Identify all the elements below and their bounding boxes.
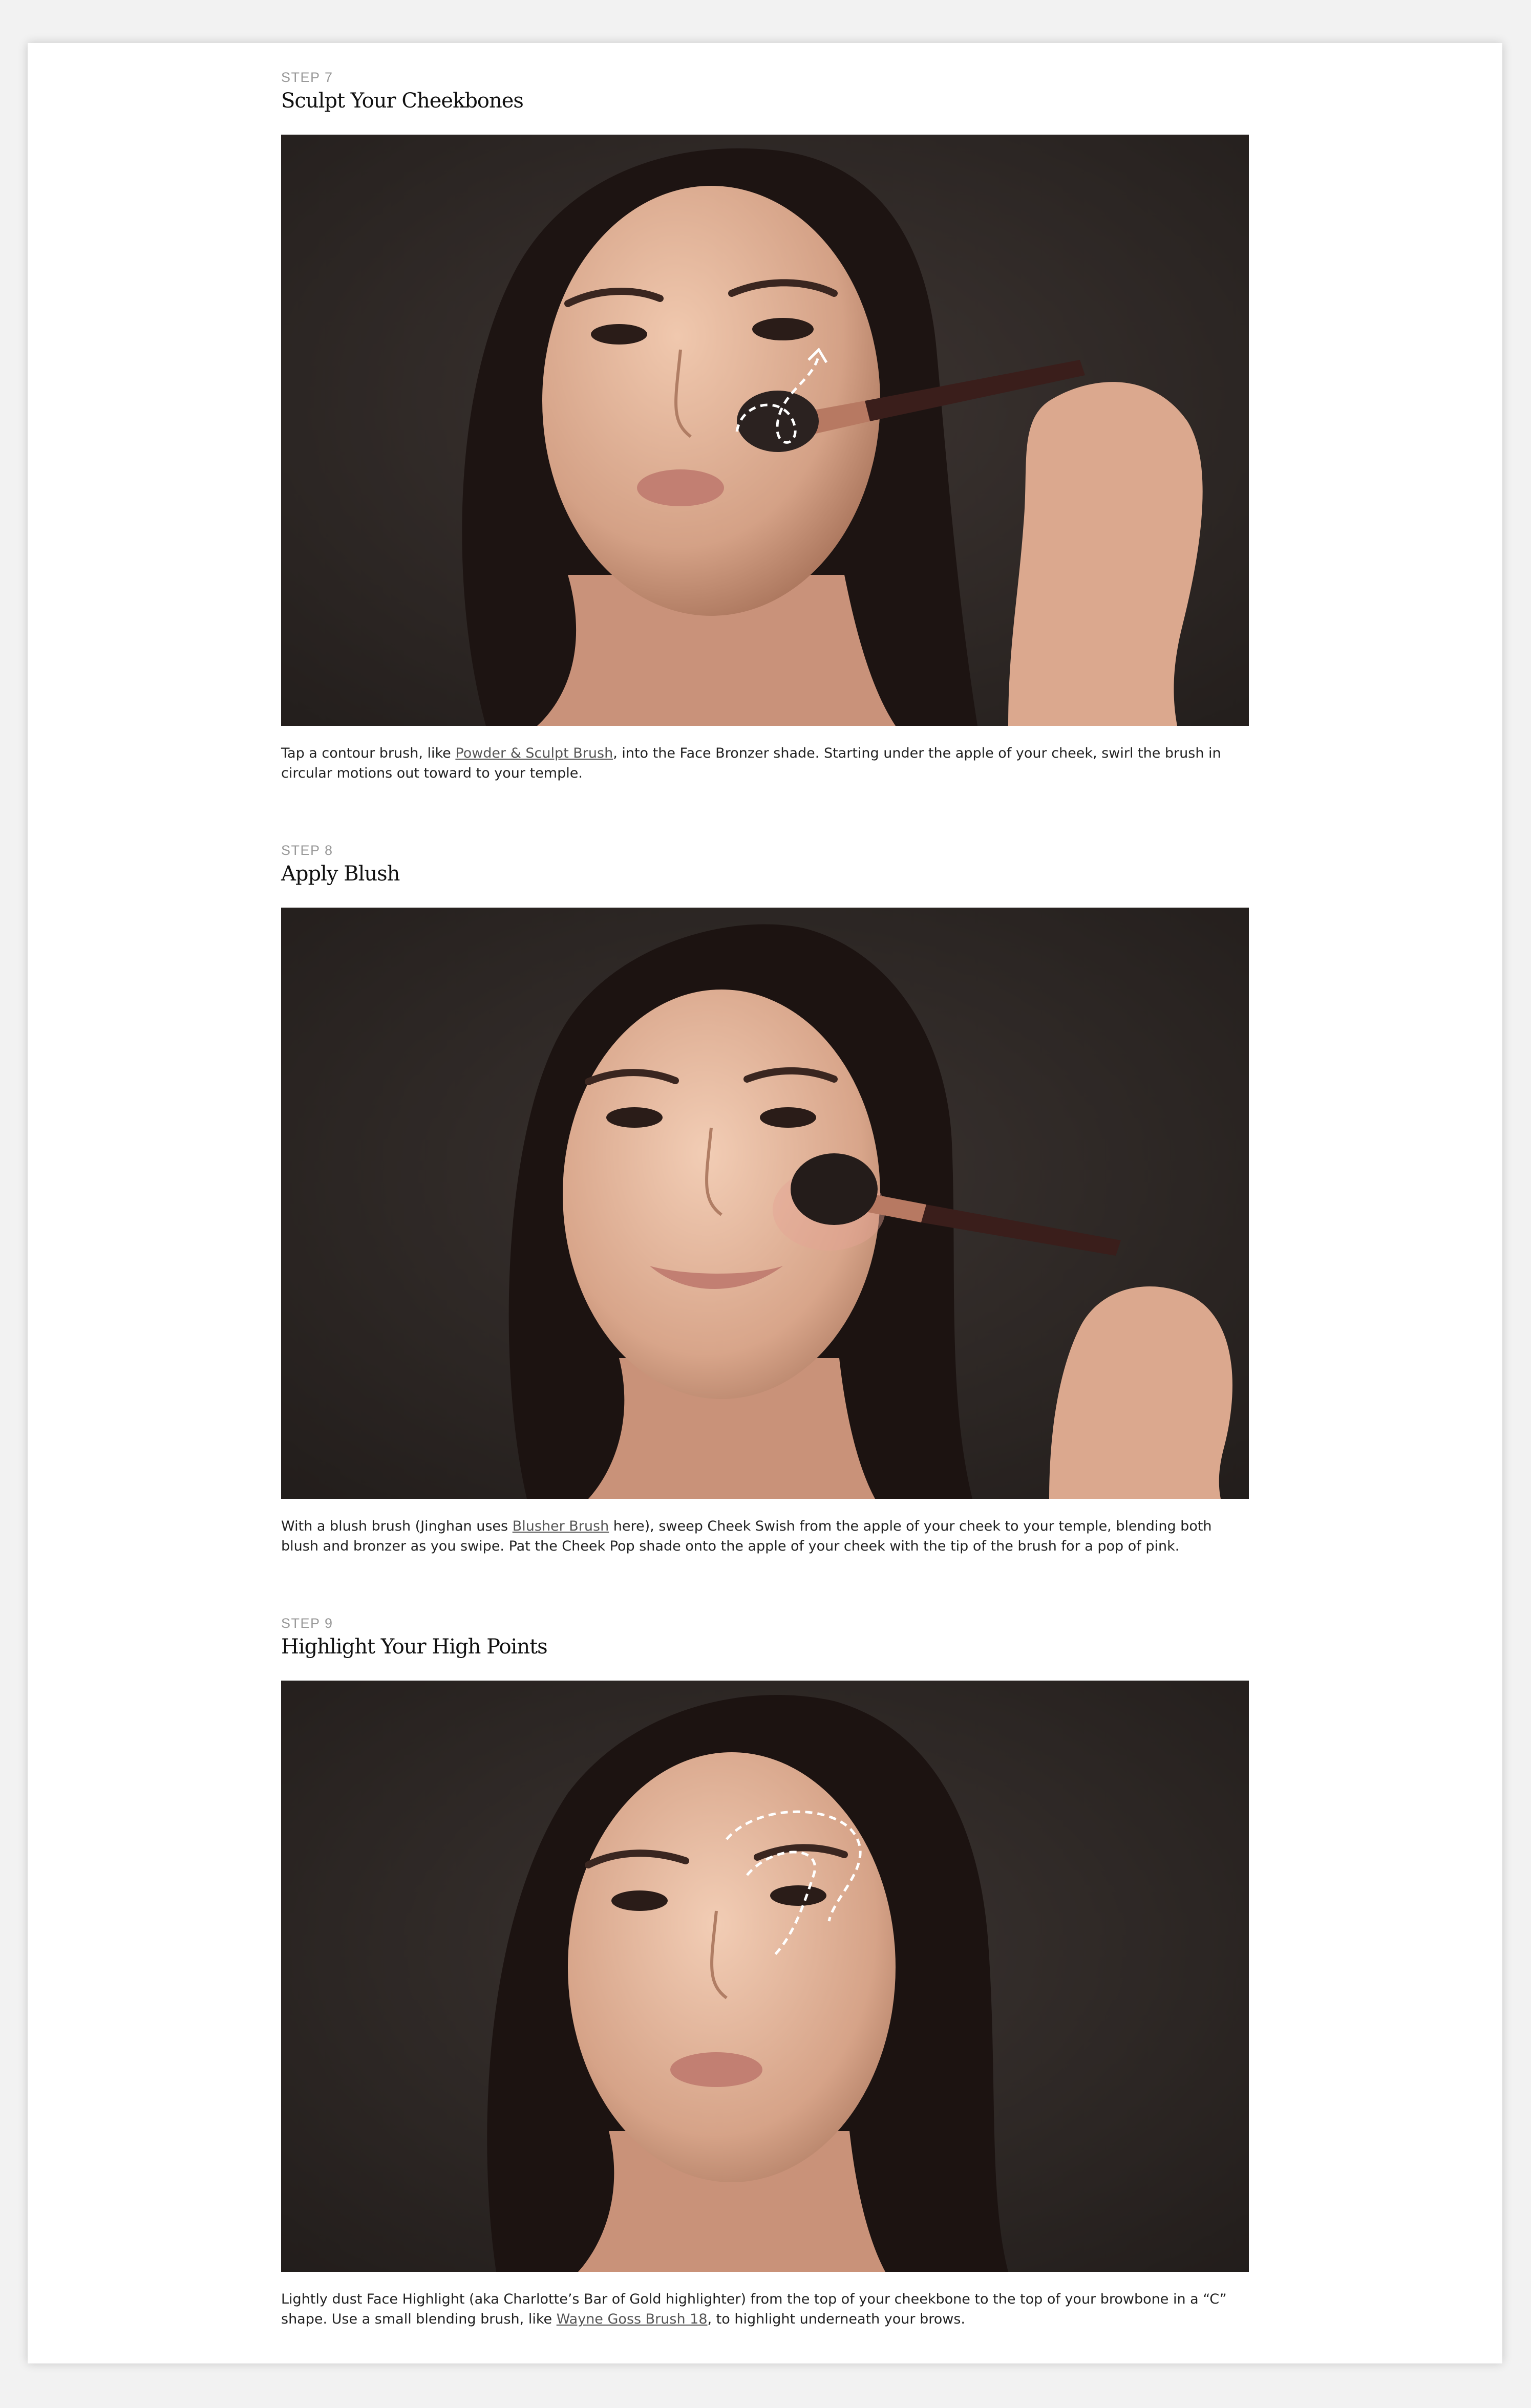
wayne-goss-brush-link[interactable]: Wayne Goss Brush 18 xyxy=(557,2311,708,2327)
model-blush-photo xyxy=(281,908,1249,1499)
step-photo xyxy=(281,135,1249,726)
step-label: STEP 9 xyxy=(281,1616,333,1631)
step-8: STEP 8 Apply Blush With a blush brush (J… xyxy=(281,842,1249,1556)
model-contour-photo xyxy=(281,135,1249,726)
step-9: STEP 9 Highlight Your High Points Lightl… xyxy=(281,1615,1249,2329)
caption-text: , to highlight underneath your brows. xyxy=(707,2311,965,2327)
blusher-brush-link[interactable]: Blusher Brush xyxy=(513,1518,609,1534)
step-photo xyxy=(281,908,1249,1499)
caption-text: With a blush brush (Jinghan uses xyxy=(281,1518,513,1534)
step-caption: Tap a contour brush, like Powder & Sculp… xyxy=(281,743,1249,783)
step-label: STEP 7 xyxy=(281,70,333,85)
caption-text: Tap a contour brush, like xyxy=(281,745,456,761)
step-title: Highlight Your High Points xyxy=(281,1635,548,1659)
article-page: STEP 7 Sculpt Your Cheekbones Tap a cont… xyxy=(28,43,1502,2363)
step-photo xyxy=(281,1681,1249,2272)
powder-sculpt-brush-link[interactable]: Powder & Sculpt Brush xyxy=(455,745,613,761)
step-7: STEP 7 Sculpt Your Cheekbones Tap a cont… xyxy=(281,69,1249,783)
model-highlight-photo xyxy=(281,1681,1249,2272)
step-title: Apply Blush xyxy=(281,862,400,886)
step-caption: With a blush brush (Jinghan uses Blusher… xyxy=(281,1516,1249,1556)
step-title: Sculpt Your Cheekbones xyxy=(281,89,524,113)
step-caption: Lightly dust Face Highlight (aka Charlot… xyxy=(281,2289,1249,2329)
step-label: STEP 8 xyxy=(281,843,333,858)
